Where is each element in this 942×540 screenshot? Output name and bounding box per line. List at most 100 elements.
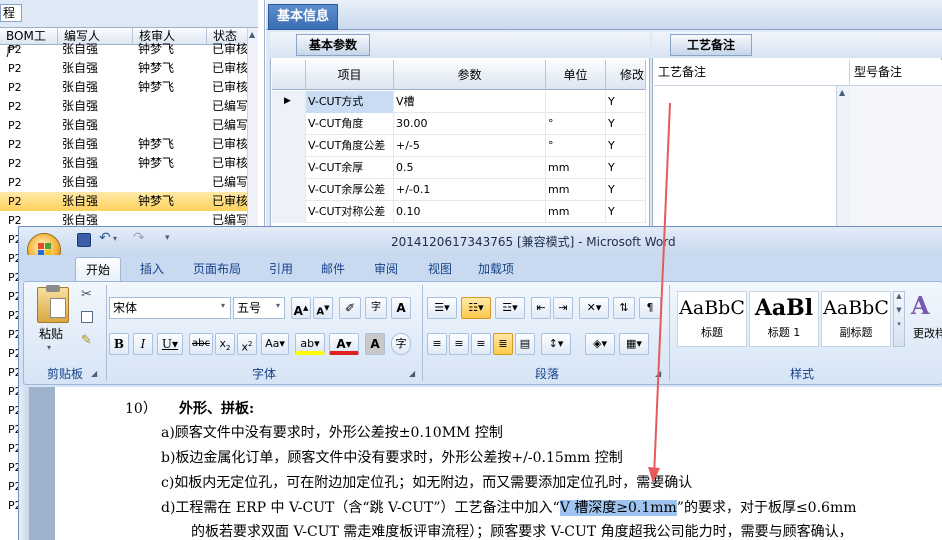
phonetic-guide-button[interactable]: 字: [365, 297, 387, 319]
clear-format-button[interactable]: ✐: [339, 297, 361, 319]
remarks-col-model[interactable]: 型号备注: [850, 60, 942, 86]
param-row[interactable]: V-CUT余厚公差 +/-0.1 mm Y: [272, 179, 646, 201]
underline-button[interactable]: U▾: [157, 333, 183, 355]
param-row[interactable]: V-CUT余厚 0.5 mm Y: [272, 157, 646, 179]
font-name-select[interactable]: 宋体: [109, 297, 231, 319]
bold-button[interactable]: B: [109, 333, 129, 355]
ribbon-tab[interactable]: 审阅: [363, 257, 409, 281]
params-col-value[interactable]: 参数: [394, 60, 546, 90]
param-unit-cell[interactable]: mm: [546, 179, 606, 201]
param-item-cell[interactable]: V-CUT方式: [306, 91, 394, 113]
style-title[interactable]: AaBbC 标题: [677, 291, 747, 347]
param-row[interactable]: V-CUT角度 30.00 ° Y: [272, 113, 646, 135]
param-item-cell[interactable]: V-CUT对称公差: [306, 201, 394, 223]
font-launcher-icon[interactable]: ◢: [409, 369, 415, 378]
ribbon-tab[interactable]: 插入: [129, 257, 175, 281]
params-col-unit[interactable]: 单位: [546, 60, 606, 90]
gallery-more-icon[interactable]: ▾: [894, 320, 904, 328]
ribbon-tab[interactable]: 视图: [417, 257, 463, 281]
font-color-button[interactable]: A▾: [329, 333, 359, 355]
line-spacing-button[interactable]: ↕▾: [541, 333, 571, 355]
strikethrough-button[interactable]: abc: [189, 333, 213, 355]
paste-icon[interactable]: [37, 285, 69, 323]
asian-layout-button[interactable]: ✕▾: [579, 297, 609, 319]
highlight-button[interactable]: ab▾: [295, 333, 325, 355]
justify-button[interactable]: ≣: [493, 333, 513, 355]
bom-row[interactable]: P2 张自强 已编写: [0, 116, 258, 135]
document-page[interactable]: 10） 外形、拼板: a)顾客文件中没有要求时，外形公差按±0.10MM 控制 …: [55, 387, 942, 540]
param-row-indicator[interactable]: [272, 113, 306, 135]
param-item-cell[interactable]: V-CUT余厚: [306, 157, 394, 179]
character-shading-button[interactable]: A: [365, 333, 385, 355]
ribbon-tab[interactable]: 加载项: [471, 257, 521, 281]
remarks-scrollbar[interactable]: ▲: [836, 86, 850, 226]
bom-row[interactable]: P2 张自强 钟梦飞 已审核: [0, 59, 258, 78]
bom-row[interactable]: P2 张自强 已编写: [0, 173, 258, 192]
param-value-cell[interactable]: 0.5: [394, 157, 546, 179]
copy-icon[interactable]: [81, 311, 93, 323]
character-border-button[interactable]: A: [391, 297, 411, 319]
change-case-button[interactable]: Aa▾: [261, 333, 289, 355]
gallery-up-icon[interactable]: ▲: [894, 292, 904, 300]
paste-dropdown-icon[interactable]: ▾: [47, 343, 51, 352]
multilevel-list-button[interactable]: ☲▾: [495, 297, 525, 319]
decrease-indent-button[interactable]: ⇤: [531, 297, 551, 319]
remarks-col-process[interactable]: 工艺备注: [654, 60, 850, 86]
bom-row[interactable]: P2 张自强 钟梦飞 已审核: [0, 135, 258, 154]
bom-row[interactable]: P2 张自强 钟梦飞 已审核: [0, 78, 258, 97]
enclose-characters-button[interactable]: 字: [391, 333, 411, 355]
left-scrollbar[interactable]: ▲: [247, 28, 258, 228]
clipboard-launcher-icon[interactable]: ◢: [91, 369, 97, 378]
param-row[interactable]: V-CUT方式 V槽 Y: [272, 91, 646, 113]
param-unit-cell[interactable]: mm: [546, 201, 606, 223]
align-left-button[interactable]: ≡: [427, 333, 447, 355]
param-row-indicator[interactable]: [272, 135, 306, 157]
save-icon[interactable]: [77, 233, 91, 247]
param-row[interactable]: V-CUT角度公差 +/-5 ° Y: [272, 135, 646, 157]
remarks-scroll-up-icon[interactable]: ▲: [839, 88, 845, 97]
bom-row[interactable]: P2 张自强 已编写: [0, 97, 258, 116]
scroll-up-icon[interactable]: ▲: [249, 30, 255, 39]
param-unit-cell[interactable]: [546, 91, 606, 113]
param-item-cell[interactable]: V-CUT角度公差: [306, 135, 394, 157]
param-row-indicator[interactable]: [272, 157, 306, 179]
param-unit-cell[interactable]: mm: [546, 157, 606, 179]
doc-selected-text[interactable]: V 槽深度≥0.1mm: [559, 500, 677, 516]
param-value-cell[interactable]: +/-0.1: [394, 179, 546, 201]
param-value-cell[interactable]: 30.00: [394, 113, 546, 135]
tab-basic-params[interactable]: 基本参数: [296, 34, 370, 56]
tab-basic-info[interactable]: 基本信息: [268, 4, 338, 30]
distributed-button[interactable]: ▤: [515, 333, 535, 355]
bom-row[interactable]: P2 张自强 钟梦飞 已审核: [0, 192, 258, 211]
param-value-cell[interactable]: 0.10: [394, 201, 546, 223]
model-remarks-area[interactable]: [850, 86, 942, 226]
change-styles-icon[interactable]: A: [911, 291, 942, 320]
cut-icon[interactable]: ✂: [81, 287, 92, 302]
align-right-button[interactable]: ≡: [471, 333, 491, 355]
ribbon-tab[interactable]: 页面布局: [185, 257, 249, 281]
style-subtitle[interactable]: AaBbC 副标题: [821, 291, 891, 347]
param-unit-cell[interactable]: °: [546, 113, 606, 135]
font-name-dropdown-icon[interactable]: ▾: [221, 301, 225, 310]
shading-button[interactable]: ◈▾: [585, 333, 615, 355]
params-col-item[interactable]: 项目: [306, 60, 394, 90]
left-panel-title[interactable]: 程: [0, 4, 22, 22]
params-col-modify[interactable]: 修改: [606, 60, 646, 90]
bullets-button[interactable]: ☰▾: [427, 297, 457, 319]
subscript-button[interactable]: x2: [215, 333, 235, 355]
undo-dropdown-icon[interactable]: ▾: [113, 234, 117, 243]
param-value-cell[interactable]: +/-5: [394, 135, 546, 157]
param-unit-cell[interactable]: °: [546, 135, 606, 157]
increase-indent-button[interactable]: ⇥: [553, 297, 573, 319]
param-row[interactable]: V-CUT对称公差 0.10 mm Y: [272, 201, 646, 223]
paste-label[interactable]: 粘贴: [39, 325, 63, 342]
grow-font-button[interactable]: A▲: [291, 297, 311, 319]
qat-customize-icon[interactable]: ▾: [165, 233, 170, 243]
align-center-button[interactable]: ≡: [449, 333, 469, 355]
superscript-button[interactable]: x2: [237, 333, 257, 355]
param-value-cell[interactable]: V槽: [394, 91, 546, 113]
font-size-dropdown-icon[interactable]: ▾: [276, 301, 280, 310]
redo-icon[interactable]: ↷: [133, 230, 145, 246]
change-styles-label[interactable]: 更改样: [913, 325, 942, 341]
bom-row[interactable]: P2 张自强 钟梦飞 已审核: [0, 154, 258, 173]
